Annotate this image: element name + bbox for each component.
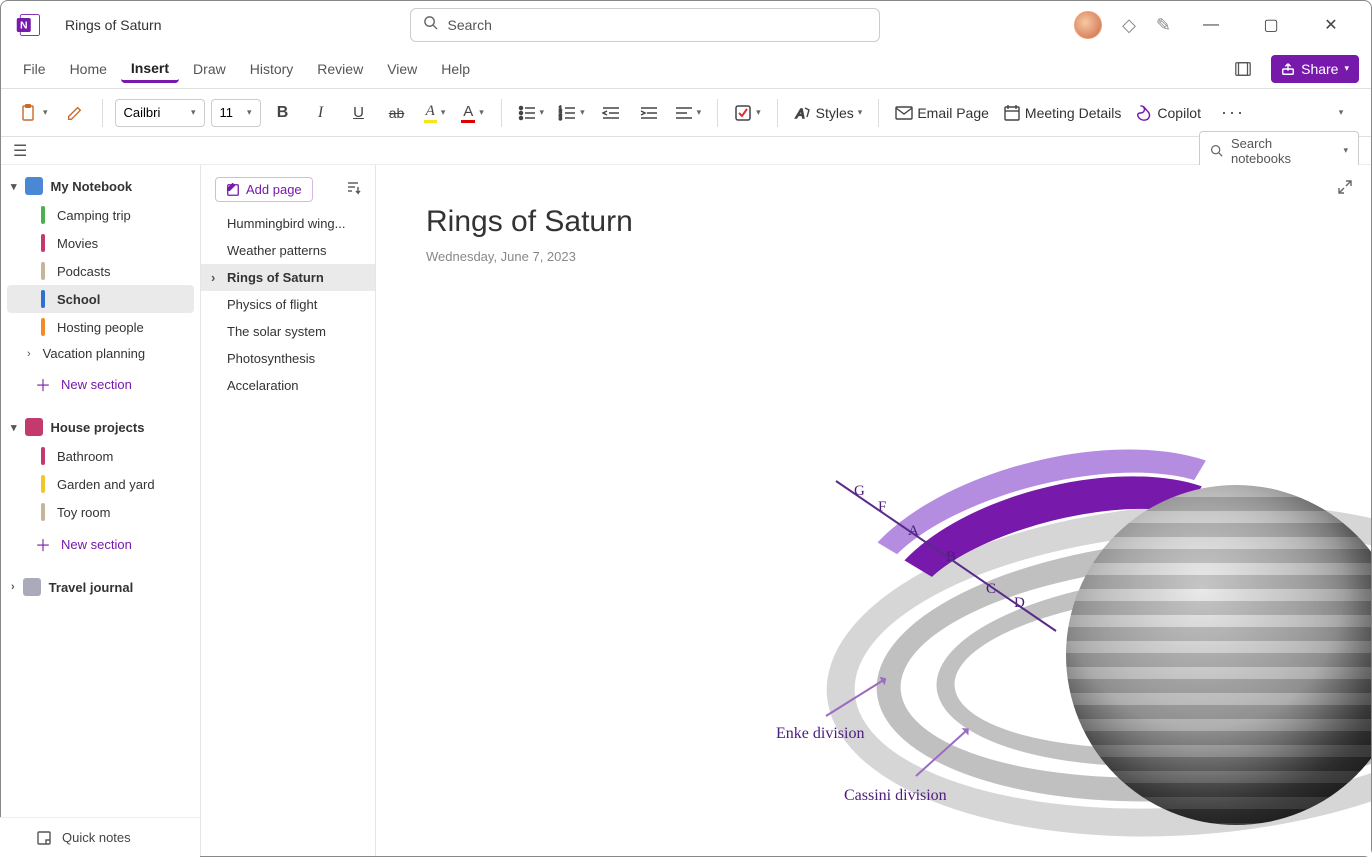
section-movies[interactable]: Movies bbox=[7, 229, 194, 257]
share-label: Share bbox=[1301, 61, 1338, 77]
font-name-combo[interactable]: Cailbri▾ bbox=[115, 99, 205, 127]
annotation-enke: Enke division bbox=[776, 725, 864, 743]
new-section-button-1[interactable]: ＋New section bbox=[1, 366, 200, 402]
minimize-button[interactable]: — bbox=[1191, 9, 1231, 41]
page-hummingbird[interactable]: Hummingbird wing... bbox=[201, 210, 375, 237]
menu-file[interactable]: File bbox=[13, 55, 56, 83]
copilot-button[interactable]: Copilot bbox=[1131, 97, 1205, 129]
format-painter-button[interactable] bbox=[58, 97, 90, 129]
italic-button[interactable]: I bbox=[305, 97, 337, 129]
meeting-details-button[interactable]: Meeting Details bbox=[999, 97, 1126, 129]
font-size-combo[interactable]: 11▾ bbox=[211, 99, 261, 127]
email-page-button[interactable]: Email Page bbox=[891, 97, 993, 129]
annotation-cassini: Cassini division bbox=[844, 787, 947, 805]
sort-pages-icon[interactable] bbox=[345, 179, 361, 200]
svg-text:3: 3 bbox=[559, 116, 562, 121]
styles-button[interactable]: AStyles▾ bbox=[790, 97, 867, 129]
notebook-my-notebook[interactable]: ▾My Notebook bbox=[1, 171, 200, 201]
menu-review[interactable]: Review bbox=[307, 55, 373, 83]
collapse-ribbon-button[interactable]: ▾ bbox=[1325, 97, 1357, 129]
page-physics-of-flight[interactable]: Physics of flight bbox=[201, 291, 375, 318]
numbering-button[interactable]: 123▾ bbox=[554, 97, 589, 129]
paste-button[interactable]: ▾ bbox=[15, 97, 52, 129]
svg-text:N: N bbox=[20, 20, 28, 32]
outdent-button[interactable] bbox=[595, 97, 627, 129]
diamond-icon[interactable]: ◇ bbox=[1122, 15, 1136, 36]
notebook-travel-journal[interactable]: ›Travel journal bbox=[1, 572, 200, 602]
section-hosting-people[interactable]: Hosting people bbox=[7, 313, 194, 341]
quick-notes-button[interactable]: Quick notes bbox=[0, 817, 200, 857]
section-podcasts[interactable]: Podcasts bbox=[7, 257, 194, 285]
pen-sparkle-icon[interactable]: ✎ bbox=[1156, 15, 1171, 36]
page-date: Wednesday, June 7, 2023 bbox=[426, 249, 1331, 264]
close-button[interactable]: ✕ bbox=[1311, 9, 1351, 41]
todo-tag-button[interactable]: ▾ bbox=[730, 97, 765, 129]
page-acceleration[interactable]: Accelaration bbox=[201, 372, 375, 399]
menu-help[interactable]: Help bbox=[431, 55, 480, 83]
more-commands-button[interactable]: ··· bbox=[1217, 97, 1249, 129]
svg-text:A: A bbox=[795, 106, 805, 121]
onenote-icon: N bbox=[9, 5, 49, 45]
page-canvas[interactable]: Rings of Saturn Wednesday, June 7, 2023 … bbox=[376, 165, 1371, 856]
menu-home[interactable]: Home bbox=[60, 55, 117, 83]
menu-view[interactable]: View bbox=[377, 55, 427, 83]
global-search[interactable]: Search bbox=[410, 8, 880, 42]
section-vacation-planning[interactable]: ›Vacation planning bbox=[7, 341, 194, 366]
menu-history[interactable]: History bbox=[240, 55, 304, 83]
section-camping-trip[interactable]: Camping trip bbox=[7, 201, 194, 229]
add-page-button[interactable]: Add page bbox=[215, 177, 313, 202]
menu-bar: File Home Insert Draw History Review Vie… bbox=[1, 49, 1371, 89]
section-toy-room[interactable]: Toy room bbox=[7, 498, 194, 526]
menu-insert[interactable]: Insert bbox=[121, 54, 179, 83]
window-title: Rings of Saturn bbox=[65, 17, 162, 33]
font-color-button[interactable]: A▾ bbox=[457, 97, 489, 129]
notebook-nav: ▾My Notebook Camping trip Movies Podcast… bbox=[1, 165, 201, 856]
highlight-button[interactable]: A▾ bbox=[419, 97, 451, 129]
underline-button[interactable]: U bbox=[343, 97, 375, 129]
fullscreen-reading-icon[interactable] bbox=[1227, 53, 1259, 85]
strikethrough-button[interactable]: ab bbox=[381, 97, 413, 129]
user-avatar[interactable] bbox=[1074, 11, 1102, 39]
menu-draw[interactable]: Draw bbox=[183, 55, 236, 83]
page-title[interactable]: Rings of Saturn bbox=[426, 205, 1331, 239]
search-icon bbox=[423, 15, 438, 35]
align-button[interactable]: ▾ bbox=[671, 97, 706, 129]
search-placeholder: Search bbox=[448, 17, 492, 33]
ribbon-toolbar: ▾ Cailbri▾ 11▾ B I U ab A▾ A▾ ▾ 123▾ ▾ ▾… bbox=[1, 89, 1371, 137]
notebook-house-projects[interactable]: ▾House projects bbox=[1, 412, 200, 442]
bold-button[interactable]: B bbox=[267, 97, 299, 129]
page-rings-of-saturn[interactable]: Rings of Saturn bbox=[201, 264, 375, 291]
share-button[interactable]: Share ▾ bbox=[1271, 55, 1359, 83]
saturn-illustration: G F A B C D Enke division Cassini divisi… bbox=[786, 465, 1371, 856]
bullets-button[interactable]: ▾ bbox=[514, 97, 549, 129]
title-bar: N Rings of Saturn Search ◇ ✎ — ▢ ✕ bbox=[1, 1, 1371, 49]
page-solar-system[interactable]: The solar system bbox=[201, 318, 375, 345]
new-section-button-2[interactable]: ＋New section bbox=[1, 526, 200, 562]
section-garden-yard[interactable]: Garden and yard bbox=[7, 470, 194, 498]
page-weather-patterns[interactable]: Weather patterns bbox=[201, 237, 375, 264]
expand-page-icon[interactable] bbox=[1337, 179, 1353, 200]
section-bathroom[interactable]: Bathroom bbox=[7, 442, 194, 470]
nav-pane-toggle-icon[interactable]: ☰ bbox=[13, 141, 27, 161]
indent-button[interactable] bbox=[633, 97, 665, 129]
page-list: Add page Hummingbird wing... Weather pat… bbox=[201, 165, 376, 856]
section-school[interactable]: School bbox=[7, 285, 194, 313]
maximize-button[interactable]: ▢ bbox=[1251, 9, 1291, 41]
page-photosynthesis[interactable]: Photosynthesis bbox=[201, 345, 375, 372]
